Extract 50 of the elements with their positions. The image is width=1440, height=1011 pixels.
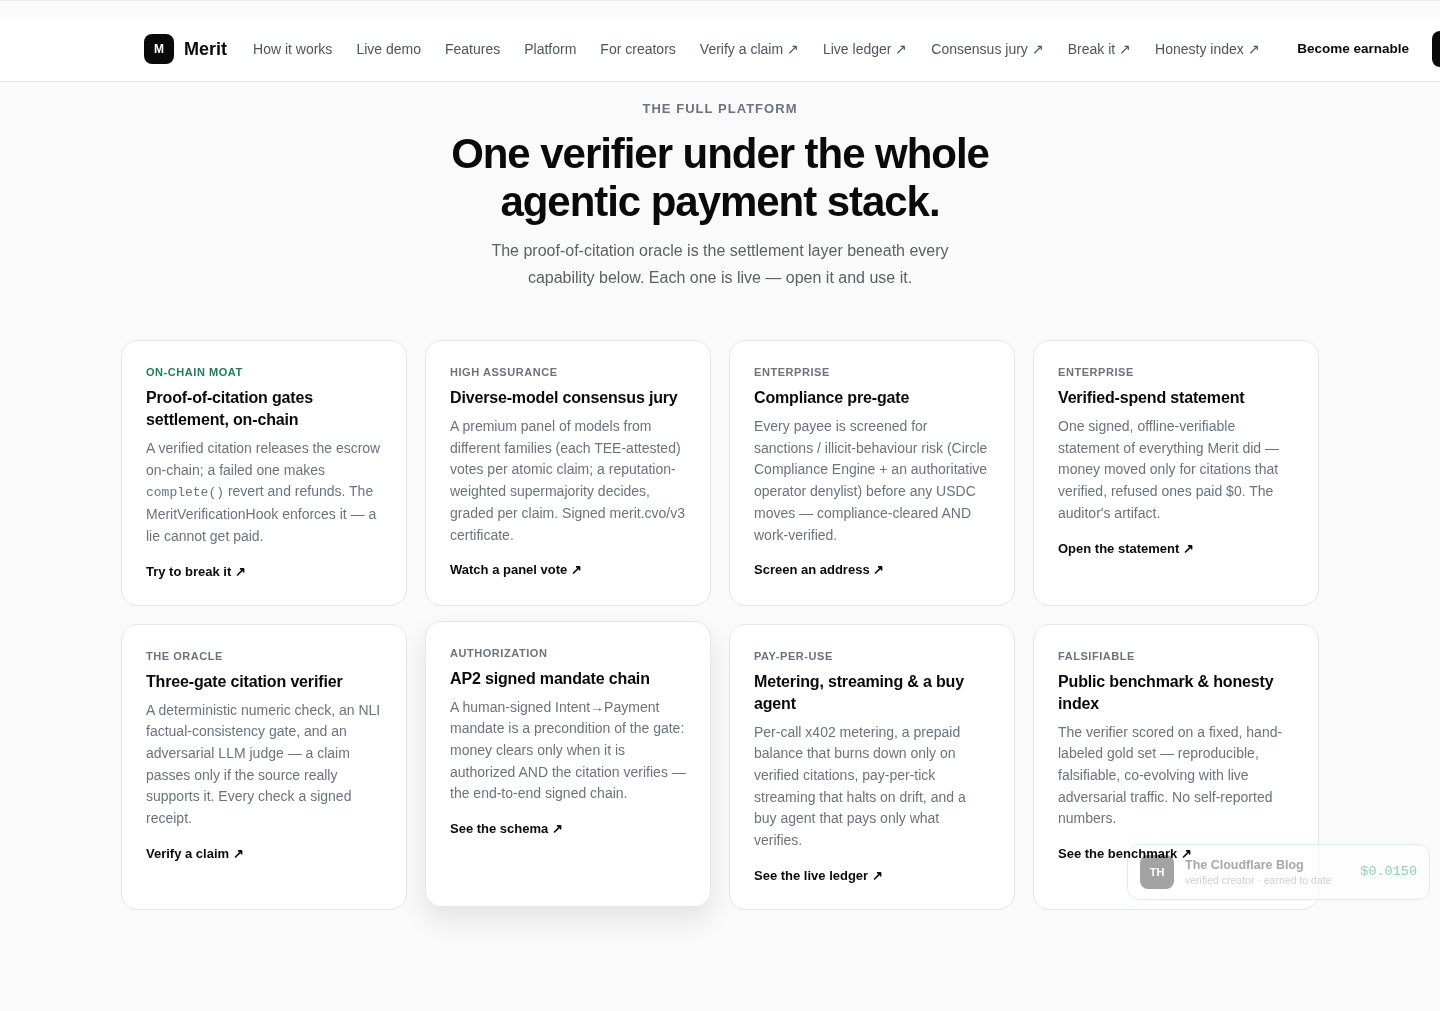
earned-amount: $0.0150: [1360, 862, 1417, 881]
card-title: Verified-spend statement: [1058, 388, 1246, 408]
cut-off-button[interactable]: [1432, 31, 1440, 67]
card-category-label: FALSIFIABLE: [1058, 648, 1135, 663]
nav-link[interactable]: Break it ↗: [1067, 38, 1132, 60]
nav-link[interactable]: Verify a claim ↗: [699, 38, 799, 60]
card-category-label: ENTERPRISE: [1058, 365, 1134, 379]
card-description: One signed, offline-verifiable statement of everything Merit did — money moved only for citations that verified, refused ones paid $0. The auditor's artifact.: [1058, 417, 1280, 523]
card-link[interactable]: Open the statement ↗: [1058, 539, 1194, 558]
card-title: AP2 signed mandate chain: [450, 668, 651, 689]
nav-link[interactable]: Live demo: [356, 38, 421, 60]
card-category-label: ENTERPRISE: [754, 365, 830, 379]
logo-mark[interactable]: M: [144, 34, 174, 64]
card-link[interactable]: Watch a panel vote ↗: [450, 561, 582, 580]
card-title: Three-gate citation verifier: [146, 671, 344, 692]
card-description: A deterministic numeric check, an NLI factual-consistency gate, and an adversarial LLM judge — a claim passes only if the source really supports it. Every check a signed receipt.: [146, 700, 382, 829]
card-link[interactable]: Verify a claim ↗: [146, 844, 244, 863]
card-link[interactable]: See the schema ↗: [450, 820, 563, 839]
section-subheading: The proof-of-citation oracle is the settlement layer beneath every capability below. Each one is live — open it and use it.: [490, 241, 950, 288]
card-link[interactable]: Screen an address ↗: [754, 561, 885, 580]
card-title: Compliance pre-gate: [754, 388, 911, 408]
card-category-label: HIGH ASSURANCE: [450, 365, 558, 379]
nav-link[interactable]: Platform: [524, 38, 577, 60]
card-title: Diverse-model consensus jury: [450, 388, 679, 408]
nav-link[interactable]: For creators: [600, 38, 676, 60]
card-title: Proof-of-citation gates settlement, on-chain: [146, 388, 314, 430]
nav-link[interactable]: Honesty index ↗: [1155, 38, 1260, 60]
card-category-label: ON-CHAIN MOAT: [146, 365, 243, 379]
card-category-label: PAY-PER-USE: [754, 648, 833, 663]
card-description: A verified citation releases the escrow on-chain; a failed one makes complete() revert and refunds. The MeritVerificationHook enforces it — a lie cannot get paid.: [146, 439, 382, 546]
card-link[interactable]: See the live ledger ↗: [754, 866, 883, 885]
brand-name[interactable]: Merit: [184, 35, 227, 63]
card-description: Per-call x402 metering, a prepaid balance that burns down only on verified citations, pay-per-tick streaming that halts on drift, and a buy agent that pays only what verifies.: [754, 722, 967, 851]
card-description: The verifier scored on a fixed, hand-labeled gold set — reproducible, falsifiable, co-evolving with live adversarial traffic. No self-reported numbers.: [1058, 722, 1284, 829]
nav-link[interactable]: Consensus jury ↗: [931, 38, 1044, 60]
creator-name: The Cloudflare Blog: [1185, 858, 1305, 873]
card-description: A human-signed Intent→Payment mandate is a precondition of the gate: money clears only when it is authorized AND the citation verifies — the end-to-end signed chain.: [450, 697, 686, 804]
card-category-label: AUTHORIZATION: [450, 645, 548, 660]
card-link[interactable]: Try to break it ↗: [146, 562, 246, 581]
card-description: Every payee is screened for sanctions / illicit-behaviour risk (Circle Compliance Engine + an authoritative operator denylist) before any USDC moves — compliance-cleared AND work-verified.: [754, 417, 989, 545]
section-eyebrow: THE FULL PLATFORM: [642, 101, 798, 117]
card-title: Public benchmark & honesty index: [1058, 671, 1275, 714]
nav-link[interactable]: Features: [444, 38, 501, 60]
card-category-label: THE ORACLE: [146, 648, 223, 663]
section-heading: One verifier under the whole agentic payment stack.: [450, 130, 990, 226]
nav-link[interactable]: How it works: [253, 38, 333, 60]
nav-link[interactable]: Live ledger ↗: [822, 38, 908, 60]
card-description: A premium panel of models from different families (each TEE-attested) votes per atomic claim; a reputation-weighted supermajority decides, graded per claim. Signed merit.cvo/v3 certificate.: [450, 417, 686, 545]
become-earnable-link[interactable]: Become earnable: [1297, 38, 1409, 60]
card-title: Metering, streaming & a buy agent: [754, 671, 965, 714]
